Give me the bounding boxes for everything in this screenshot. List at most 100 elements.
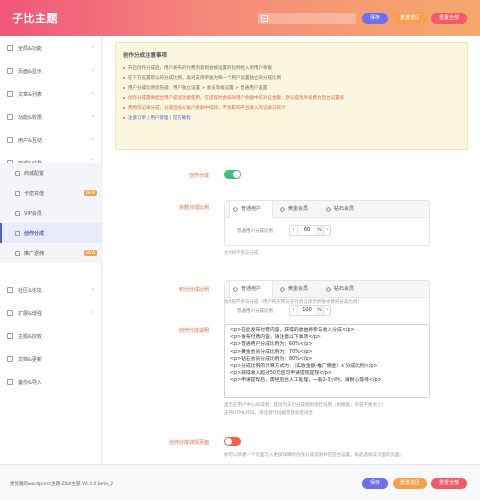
- sidebar-item-label: 扩展&增强: [18, 311, 42, 317]
- notice-line: 开启创作分成后，用户发布的付费内容则会按设置的比例给入到用户余额: [123, 65, 272, 71]
- stepper-value[interactable]: 100: [299, 306, 315, 315]
- increment-button[interactable]: ›: [323, 226, 331, 235]
- toggle-knob: [233, 171, 240, 178]
- tab-diamond-member[interactable]: 钻石会员: [323, 201, 367, 218]
- sidebar-subitem-card-recharge[interactable]: 卡密充值 NEW: [0, 183, 102, 203]
- balance-ratio-stepper[interactable]: ‹ 60 % ›: [289, 225, 331, 236]
- save-button[interactable]: 保存: [362, 13, 388, 24]
- extension-icon: [7, 310, 13, 316]
- increment-button[interactable]: ›: [323, 306, 331, 315]
- sidebar-item-extension[interactable]: 扩展&增强 ›: [0, 301, 102, 324]
- help-text: 你可以新建一个页面写入更加详细的创作分成说明并在后台设置，再此选择该页面的页面。: [224, 453, 404, 458]
- notice-line-text: 在下方设置默认的分成比例，再对支持单独为每一个用户设置独立的分成比例: [128, 76, 281, 81]
- backup-icon: [7, 379, 13, 385]
- sidebar-item-license[interactable]: 主题&授权: [0, 324, 102, 347]
- search-box[interactable]: [258, 13, 356, 24]
- sidebar-subitem-promotion[interactable]: 推广返佣 NEW: [0, 243, 102, 263]
- tab-bar: 普通用户 黄金会员 钻石会员: [225, 281, 429, 298]
- tab-label: 黄金会员: [288, 206, 309, 212]
- footer-bar: 更优雅的wordpress主题-Zibll主题 V6.4.0.beta_2 保存…: [0, 464, 480, 500]
- tab-label: 钻石会员: [334, 206, 355, 212]
- lock-icon: [7, 114, 13, 120]
- footer-save-button[interactable]: 保存: [362, 478, 388, 489]
- notice-line: 创作分成需要配合用户提现功能使用，在提现时会扣除用户余额中的对应金额，默认提现手…: [123, 95, 344, 101]
- article-icon: [7, 91, 13, 97]
- tab-diamond-member[interactable]: 钻石会员: [323, 281, 367, 298]
- sidebar-subitem-shop-config[interactable]: 商城配置: [0, 163, 102, 183]
- reset-section-button[interactable]: 重置选区: [393, 13, 427, 24]
- stepper-value[interactable]: 60: [299, 226, 315, 235]
- detail-page-toggle[interactable]: [224, 437, 241, 446]
- reset-all-button[interactable]: 重置全部: [431, 13, 467, 24]
- tab-gold-member[interactable]: 黄金会员: [277, 201, 321, 218]
- decrement-button[interactable]: ‹: [290, 306, 298, 315]
- bullet-icon: [123, 96, 125, 99]
- notice-line-text: 费用仅记录分成，分成后会从账户余额中扣除，不会影响平台收入的记录与统计: [128, 106, 286, 111]
- search-icon[interactable]: [261, 15, 268, 22]
- sidebar-item-label: 文章&列表: [18, 92, 42, 98]
- sidebar-item-global[interactable]: 全局&功能 ›: [0, 36, 102, 59]
- points-ratio-stepper[interactable]: ‹ 100 % ›: [289, 305, 331, 316]
- tab-bar: 普通用户 黄金会员 钻石会员: [225, 201, 429, 218]
- version-text: 更优雅的wordpress主题-Zibll主题 V6.4.0.beta_2: [10, 482, 114, 487]
- sidebar-subitem-creator-share[interactable]: 创作分成: [0, 223, 102, 243]
- sidebar-item-docs[interactable]: 文档&更新: [0, 347, 102, 370]
- tab-label: 普通用户: [241, 206, 262, 212]
- tab-label: 黄金会员: [288, 286, 309, 292]
- sidebar-subitem-label: 商城配置: [24, 171, 45, 177]
- tab-gold-member[interactable]: 黄金会员: [277, 281, 321, 298]
- top-bar: 子比主题 保存 重置选区 重置全部: [0, 0, 480, 36]
- promotion-icon: [15, 251, 20, 256]
- notice-line: 用户分成比例优先级：用户独立设置 > 会员等级设置 > 普通用户设置: [123, 85, 267, 91]
- help-text: 显示在用户中心的说明，建议为支付分成规则进行说明（如模板，内容不要太少）: [224, 403, 386, 408]
- chevron-right-icon: ›: [91, 309, 94, 316]
- sidebar-item-article[interactable]: 文章&列表 ›: [0, 82, 102, 105]
- unit-label: %: [316, 226, 323, 235]
- description-textarea[interactable]: <p>在此发布付费内容，获得的收益将参与收入分成</p> <p>发布付费内容，请…: [224, 324, 430, 398]
- sidebar-item-backup[interactable]: 备份&导入: [0, 370, 102, 393]
- footer-reset-section-button[interactable]: 重置选区: [393, 478, 427, 489]
- help-text: 为0则不参与分成: [224, 251, 259, 256]
- diamond-icon: [325, 206, 332, 213]
- layout-icon: [7, 68, 13, 74]
- sidebar-item-label: 用户&互动: [18, 138, 42, 144]
- card-icon: [15, 191, 20, 196]
- bullet-icon: [123, 86, 125, 89]
- description-label: 创作分成说明: [178, 328, 209, 334]
- key-icon: [7, 333, 13, 339]
- chevron-right-icon: ›: [91, 44, 94, 51]
- notice-links[interactable]: 注意订单 | 用户管理 | 官方教程: [123, 115, 191, 121]
- textarea-line: <p>普通用户分成比例为：60%</p>: [230, 342, 313, 348]
- settings-icon: [7, 45, 13, 51]
- sidebar-item-page[interactable]: 页面&显示 ›: [0, 59, 102, 82]
- sidebar-item-permission[interactable]: 功能&权限 ›: [0, 105, 102, 128]
- tab-normal-user[interactable]: 普通用户: [229, 281, 273, 298]
- brand-title: 子比主题: [12, 12, 58, 25]
- new-badge: NEW: [84, 190, 98, 196]
- sidebar-subitem-vip[interactable]: VIP会员: [0, 203, 102, 223]
- sidebar-item-label: 备份&导入: [18, 380, 42, 386]
- sidebar-item-label: 页面&显示: [18, 69, 42, 75]
- sidebar-subitem-label: 创作分成: [24, 231, 45, 237]
- textarea-line: <p>发布付费内容，请注意以下事项</p>: [230, 335, 321, 341]
- tab-normal-user[interactable]: 普通用户: [229, 201, 273, 218]
- sidebar-subitem-label: 推广返佣: [24, 251, 45, 257]
- textarea-line: <p>在此发布付费内容，获得的收益将参与收入分成</p>: [230, 328, 355, 333]
- sidebar-item-label: 主题&授权: [18, 334, 42, 340]
- footer-reset-all-button[interactable]: 重置全部: [431, 478, 467, 489]
- notice-line-text: 开启创作分成后，用户发布的付费内容则会按设置的比例给入到用户余额: [128, 66, 272, 71]
- textarea-line: <p>钻石会员分成比例为：80%</p>: [230, 356, 313, 362]
- sidebar-item-community[interactable]: 社区&论坛 ›: [0, 278, 102, 301]
- bullet-icon: [123, 66, 125, 69]
- notice-line-text: 用户分成比例优先级：用户独立设置 > 会员等级设置 > 普通用户设置: [128, 86, 268, 91]
- field-label: 普通用户分成比例: [237, 229, 273, 234]
- user-icon: [232, 206, 239, 213]
- toggle-knob: [225, 438, 232, 445]
- notice-line-text: 创作分成需要配合用户提现功能使用，在提现时会扣除用户余额中的对应金额，默认提现手…: [128, 96, 344, 101]
- sidebar-item-user[interactable]: 用户&互动 ›: [0, 128, 102, 151]
- creator-share-toggle[interactable]: [224, 170, 241, 179]
- user-icon: [7, 137, 13, 143]
- sidebar: 全局&功能 › 页面&显示 › 文章&列表 › 功能&权限 › 用户&互动 › …: [0, 36, 102, 464]
- notice-links-text[interactable]: 注意订单 | 用户管理 | 官方教程: [128, 116, 191, 121]
- decrement-button[interactable]: ‹: [290, 226, 298, 235]
